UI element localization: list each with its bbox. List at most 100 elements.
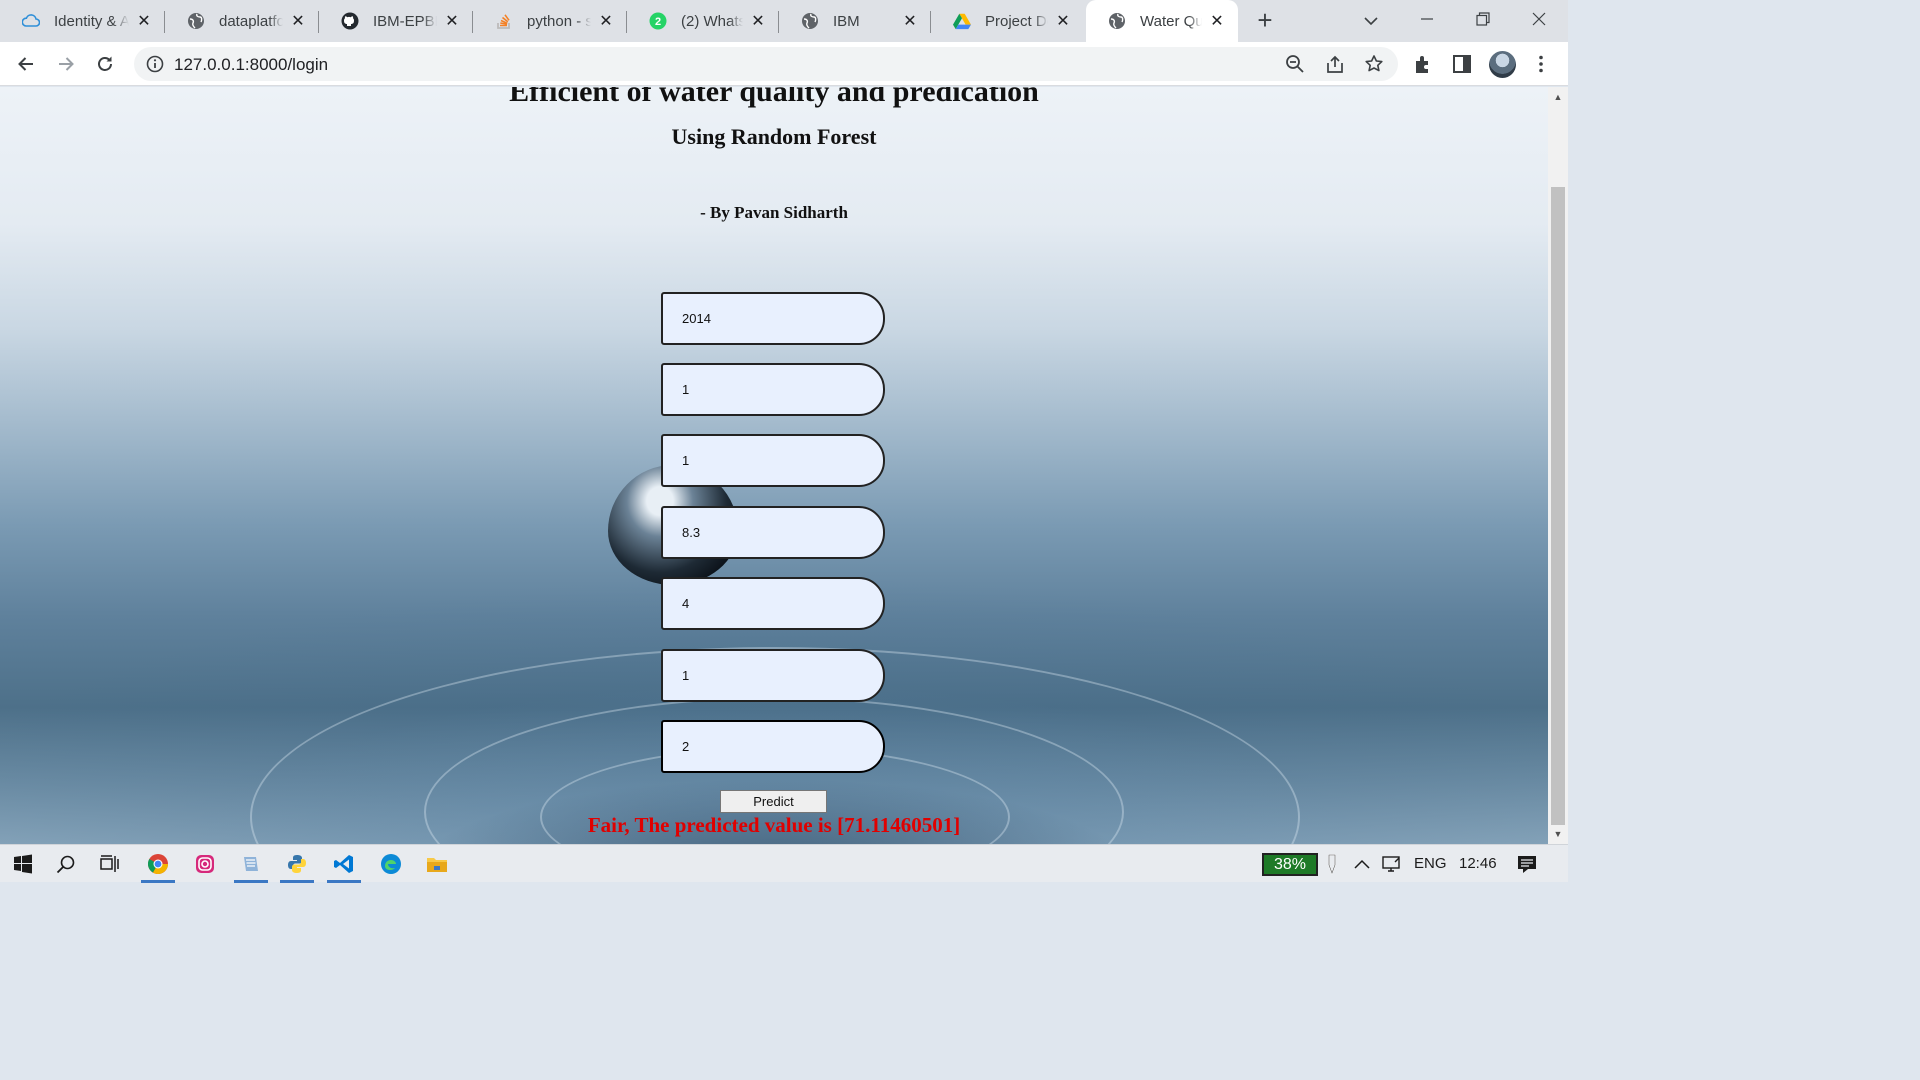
battery-indicator[interactable]: 38% (1262, 853, 1318, 876)
input-field-3[interactable] (661, 434, 885, 487)
star-icon[interactable] (1364, 54, 1384, 74)
pen-icon[interactable] (1318, 845, 1346, 883)
windows-taskbar: 38% ENG 12:46 (0, 844, 1568, 883)
chrome-icon (147, 854, 168, 874)
github-icon (341, 12, 359, 30)
restore-button[interactable] (1465, 6, 1501, 34)
cloud-icon (22, 12, 40, 30)
tab-ibm[interactable]: IBM ✕ (779, 2, 931, 40)
globe-icon (1108, 12, 1126, 30)
tab-project-doc[interactable]: Project Doc ✕ (931, 2, 1084, 40)
reload-button[interactable] (91, 50, 119, 78)
new-tab-button[interactable]: + (1252, 7, 1278, 34)
reload-icon (98, 56, 112, 71)
chevron-up-icon[interactable] (1348, 845, 1376, 883)
clock[interactable]: 12:46 (1459, 855, 1497, 872)
page-scrollbar[interactable]: ▲ ▼ (1548, 87, 1568, 844)
python-icon (288, 855, 306, 873)
edge-icon (381, 854, 401, 874)
minimize-icon (1421, 18, 1433, 20)
taskbar-python[interactable] (274, 845, 320, 883)
close-icon[interactable]: ✕ (443, 12, 461, 30)
scroll-up-icon[interactable]: ▲ (1548, 89, 1568, 105)
task-view-icon (100, 855, 119, 872)
tab-stackoverflow[interactable]: python - sk ✕ (473, 2, 627, 40)
input-field-5[interactable] (661, 577, 885, 630)
active-indicator (141, 880, 175, 883)
url-text[interactable]: 127.0.0.1:8000/login (174, 55, 328, 75)
instagram-icon (196, 855, 214, 873)
zoom-out-icon[interactable] (1285, 54, 1305, 74)
language-indicator[interactable]: ENG (1414, 855, 1447, 872)
taskbar-chrome[interactable] (135, 845, 181, 883)
close-icon (1532, 12, 1546, 26)
input-field-1[interactable] (661, 292, 885, 345)
chevron-down-icon (1364, 17, 1378, 26)
tab-water-quality[interactable]: Water Qual ✕ (1086, 0, 1238, 42)
tab-title: Identity & A (54, 12, 129, 30)
tab-search-button[interactable] (1353, 6, 1389, 34)
input-field-7[interactable] (661, 720, 885, 773)
close-icon[interactable]: ✕ (749, 12, 767, 30)
taskbar-instagram[interactable] (182, 845, 228, 883)
taskbar-vscode[interactable] (321, 845, 367, 883)
notification-icon (1518, 856, 1536, 873)
close-window-button[interactable] (1521, 6, 1557, 34)
tab-strip: Identity & A ✕ dataplatform ✕ IBM-EPBL/I… (0, 0, 1568, 42)
side-panel-icon[interactable] (1451, 53, 1473, 75)
close-icon[interactable]: ✕ (135, 12, 153, 30)
active-indicator (327, 880, 361, 883)
tab-github[interactable]: IBM-EPBL/IB ✕ (319, 2, 473, 40)
input-field-4[interactable] (661, 506, 885, 559)
input-field-6[interactable] (661, 649, 885, 702)
tab-title: dataplatform (219, 12, 283, 30)
tab-whatsapp[interactable]: 2 (2) WhatsAp ✕ (627, 2, 779, 40)
scrollbar-thumb[interactable] (1551, 187, 1565, 825)
tab-identity[interactable]: Identity & A ✕ (0, 2, 165, 40)
close-icon[interactable]: ✕ (1054, 12, 1072, 30)
kebab-menu-icon[interactable] (1530, 53, 1552, 75)
close-icon[interactable]: ✕ (1208, 12, 1226, 30)
tab-title: IBM (833, 12, 860, 30)
folder-icon (427, 858, 447, 872)
address-bar[interactable]: 127.0.0.1:8000/login (134, 47, 1398, 81)
info-icon[interactable] (146, 55, 164, 73)
task-view-button[interactable] (87, 845, 133, 883)
scroll-down-icon[interactable]: ▼ (1548, 826, 1568, 842)
svg-text:2: 2 (655, 16, 661, 28)
active-indicator (280, 880, 314, 883)
forward-button[interactable] (52, 50, 80, 78)
tab-title: Project Doc (985, 12, 1048, 30)
notifications-button[interactable] (1510, 845, 1544, 883)
taskbar-file-explorer[interactable] (414, 845, 460, 883)
minimize-button[interactable] (1409, 6, 1445, 34)
close-icon[interactable]: ✕ (289, 12, 307, 30)
tab-dataplatform[interactable]: dataplatform ✕ (165, 2, 319, 40)
tab-title: python - sk (527, 12, 591, 30)
search-button[interactable] (43, 845, 89, 883)
extensions-icon[interactable] (1412, 53, 1434, 75)
display-icon[interactable] (1378, 845, 1406, 883)
close-icon[interactable]: ✕ (901, 12, 919, 30)
globe-icon (801, 12, 819, 30)
input-field-2[interactable] (661, 363, 885, 416)
windows-logo-icon (14, 854, 32, 874)
start-button[interactable] (0, 845, 46, 883)
predict-button[interactable]: Predict (720, 790, 827, 813)
search-icon (56, 855, 75, 874)
prediction-result: Fair, The predicted value is [71.1146050… (587, 813, 961, 837)
close-icon[interactable]: ✕ (597, 12, 615, 30)
arrow-left-icon (18, 57, 33, 71)
stackoverflow-icon (495, 12, 513, 30)
author-byline: - By Pavan Sidharth (700, 203, 848, 222)
back-button[interactable] (12, 50, 40, 78)
tab-title: Water Qual (1140, 12, 1202, 30)
globe-icon (187, 12, 205, 30)
browser-toolbar: 127.0.0.1:8000/login (0, 42, 1568, 86)
taskbar-edge[interactable] (368, 845, 414, 883)
taskbar-notes-app[interactable] (228, 845, 274, 883)
notes-icon (244, 857, 258, 871)
avatar[interactable] (1489, 51, 1516, 78)
share-icon[interactable] (1325, 54, 1345, 74)
vscode-icon (334, 855, 353, 873)
